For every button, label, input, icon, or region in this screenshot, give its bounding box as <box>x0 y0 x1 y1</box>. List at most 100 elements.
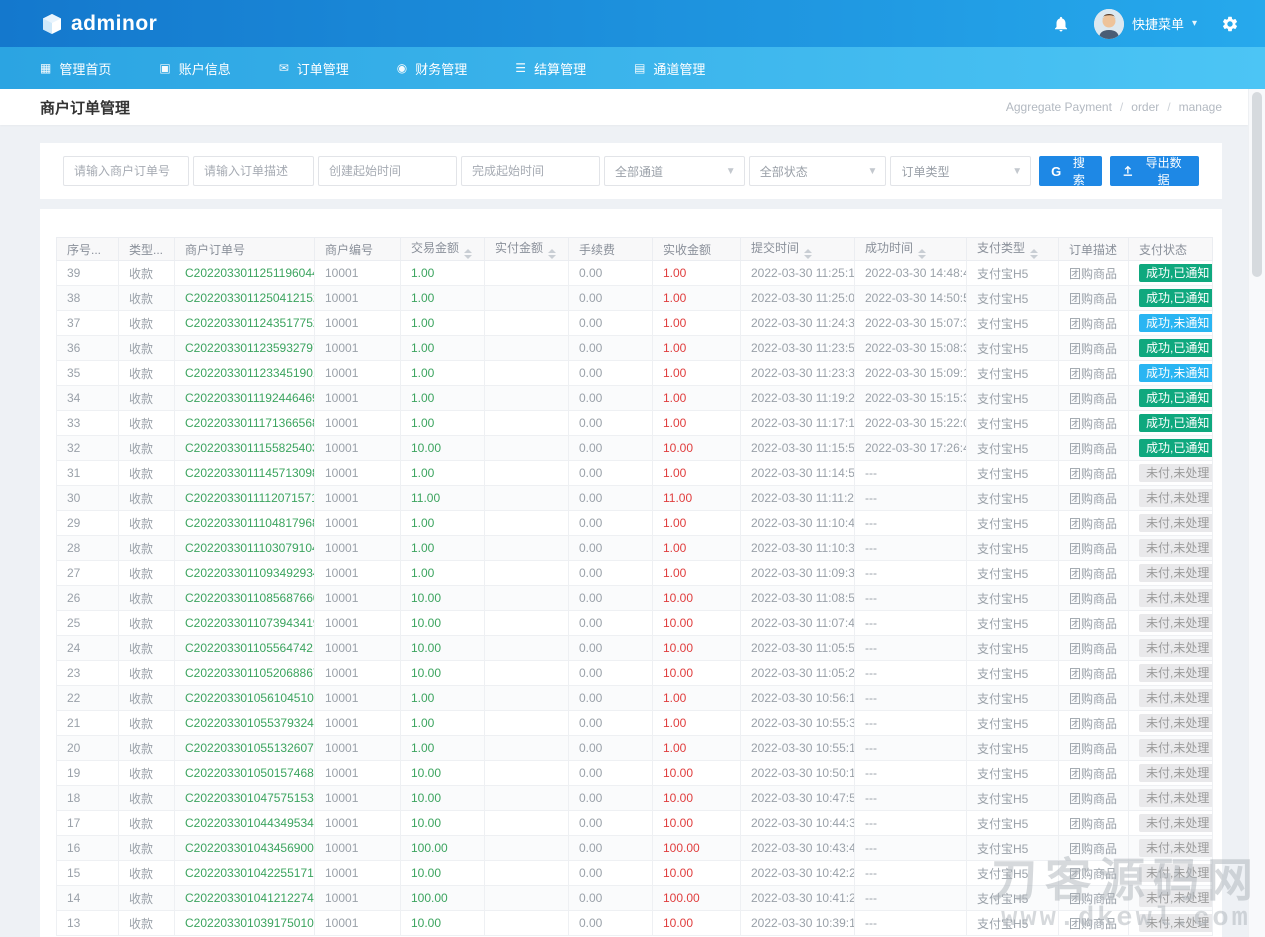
cell-type: 收款 <box>119 686 175 711</box>
status-badge: 未付,未处理 <box>1139 789 1213 807</box>
cell-desc: 团购商品 <box>1059 461 1129 486</box>
table-row: 37收款C20220330112435177520100011.000.001.… <box>57 311 1213 336</box>
settings-gear-icon[interactable] <box>1221 15 1239 33</box>
cell-status: 成功,未通知 <box>1129 361 1213 386</box>
sort-icon[interactable] <box>464 249 472 259</box>
titlebar: 商户订单管理 Aggregate Payment/order/manage <box>0 89 1248 125</box>
cell-received: 10.00 <box>653 911 741 936</box>
cell-no: 28 <box>57 536 119 561</box>
notifications-bell-icon[interactable] <box>1052 15 1070 33</box>
col-header-submit_time[interactable]: 提交时间 <box>741 238 855 261</box>
cell-amount: 100.00 <box>401 886 485 911</box>
status-badge: 未付,未处理 <box>1139 489 1213 507</box>
cell-pay_type: 支付宝H5 <box>967 711 1059 736</box>
breadcrumb-item[interactable]: order <box>1131 100 1159 114</box>
cell-type: 收款 <box>119 711 175 736</box>
cell-paid <box>485 736 569 761</box>
nav-item-label: 财务管理 <box>415 59 467 78</box>
nav-item-finance[interactable]: ◉财务管理 <box>397 59 468 78</box>
create-time-input[interactable] <box>318 156 457 186</box>
cell-fee: 0.00 <box>569 561 653 586</box>
cell-received: 10.00 <box>653 636 741 661</box>
cell-no: 37 <box>57 311 119 336</box>
scrollbar[interactable] <box>1248 89 1265 937</box>
cell-status: 未付,未处理 <box>1129 911 1213 936</box>
channel-select[interactable]: 全部通道 ▼ <box>604 156 745 186</box>
sort-icon[interactable] <box>1030 249 1038 259</box>
order-no-input[interactable] <box>63 156 189 186</box>
col-header-success_time[interactable]: 成功时间 <box>855 238 967 261</box>
nav-item-settlement[interactable]: ☰结算管理 <box>515 59 586 78</box>
cell-no: 33 <box>57 411 119 436</box>
cell-order_no: C20220330112359327974 <box>175 336 315 361</box>
cell-type: 收款 <box>119 361 175 386</box>
cell-paid <box>485 361 569 386</box>
cell-paid <box>485 811 569 836</box>
col-header-amount[interactable]: 交易金额 <box>401 238 485 261</box>
nav-item-channel[interactable]: ▤通道管理 <box>634 59 705 78</box>
breadcrumb: Aggregate Payment/order/manage <box>1006 100 1222 114</box>
cell-fee: 0.00 <box>569 486 653 511</box>
cell-merchant_no: 10001 <box>315 886 401 911</box>
nav-item-home[interactable]: ▦管理首页 <box>40 59 111 78</box>
cell-status: 未付,未处理 <box>1129 461 1213 486</box>
cell-order_no: C20220330104121227471 <box>175 886 315 911</box>
sort-icon[interactable] <box>918 249 926 259</box>
cell-submit_time: 2022-03-30 11:25:11 <box>741 261 855 286</box>
cell-pay_type: 支付宝H5 <box>967 611 1059 636</box>
col-header-pay_type[interactable]: 支付类型 <box>967 238 1059 261</box>
cell-merchant_no: 10001 <box>315 911 401 936</box>
status-select[interactable]: 全部状态 ▼ <box>749 156 887 186</box>
scrollbar-thumb[interactable] <box>1252 92 1262 277</box>
dashboard-icon: ▦ <box>40 62 51 74</box>
cell-merchant_no: 10001 <box>315 861 401 886</box>
table-row: 39收款C20220330112511960446100011.000.001.… <box>57 261 1213 286</box>
order-type-select[interactable]: 订单类型 ▼ <box>890 156 1031 186</box>
cell-merchant_no: 10001 <box>315 411 401 436</box>
cell-paid <box>485 311 569 336</box>
cell-order_no: C20220330103917501089 <box>175 911 315 936</box>
status-badge: 未付,未处理 <box>1139 514 1213 532</box>
sort-icon[interactable] <box>548 249 556 259</box>
cell-pay_type: 支付宝H5 <box>967 311 1059 336</box>
cell-fee: 0.00 <box>569 286 653 311</box>
app-logo[interactable]: adminor <box>40 12 157 36</box>
export-button[interactable]: 导出数据 <box>1110 156 1199 186</box>
cell-status: 未付,未处理 <box>1129 486 1213 511</box>
search-button[interactable]: G 搜索 <box>1039 156 1102 186</box>
cell-desc: 团购商品 <box>1059 586 1129 611</box>
table-row: 19收款C202203301050157468921000110.000.001… <box>57 761 1213 786</box>
status-badge: 成功,未通知 <box>1139 364 1213 382</box>
chevron-down-icon: ▾ <box>1192 18 1197 29</box>
nav-item-order[interactable]: ✉订单管理 <box>279 59 349 78</box>
cell-merchant_no: 10001 <box>315 661 401 686</box>
cell-paid <box>485 786 569 811</box>
cell-received: 10.00 <box>653 761 741 786</box>
orders-table: 序号...类型...商户订单号商户编号交易金额实付金额手续费实收金额提交时间成功… <box>56 237 1213 936</box>
cell-success_time: --- <box>855 586 967 611</box>
cell-merchant_no: 10001 <box>315 361 401 386</box>
cell-type: 收款 <box>119 736 175 761</box>
cell-paid <box>485 711 569 736</box>
cell-fee: 0.00 <box>569 661 653 686</box>
table-row: 13收款C202203301039175010891000110.000.001… <box>57 911 1213 936</box>
cell-pay_type: 支付宝H5 <box>967 386 1059 411</box>
cell-pay_type: 支付宝H5 <box>967 561 1059 586</box>
status-badge: 未付,未处理 <box>1139 814 1213 832</box>
cell-amount: 10.00 <box>401 761 485 786</box>
cell-paid <box>485 586 569 611</box>
cell-received: 10.00 <box>653 861 741 886</box>
col-header-paid[interactable]: 实付金额 <box>485 238 569 261</box>
cell-status: 未付,未处理 <box>1129 736 1213 761</box>
cell-submit_time: 2022-03-30 11:23:34 <box>741 361 855 386</box>
order-desc-input[interactable] <box>193 156 314 186</box>
cell-paid <box>485 686 569 711</box>
cell-no: 19 <box>57 761 119 786</box>
breadcrumb-item[interactable]: Aggregate Payment <box>1006 100 1112 114</box>
sort-icon[interactable] <box>804 249 812 259</box>
nav-item-account[interactable]: ▣账户信息 <box>159 59 230 78</box>
cell-paid <box>485 436 569 461</box>
user-menu[interactable]: 快捷菜单 ▾ <box>1094 9 1197 39</box>
finish-time-input[interactable] <box>461 156 600 186</box>
cell-pay_type: 支付宝H5 <box>967 461 1059 486</box>
